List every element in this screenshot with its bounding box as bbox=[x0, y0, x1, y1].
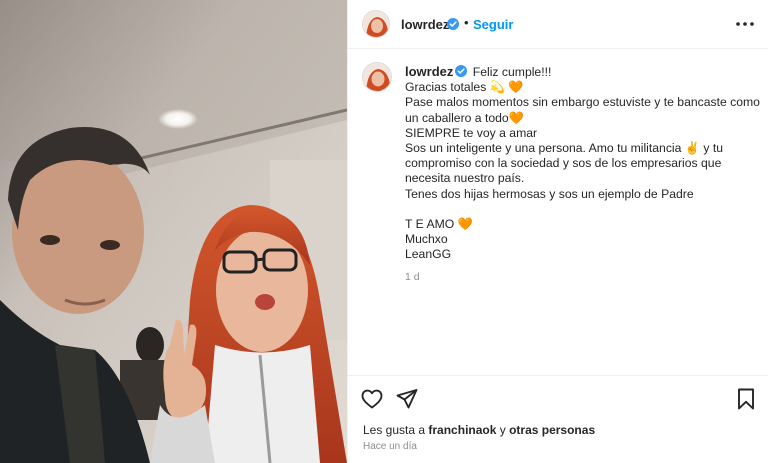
action-bar: Les gusta a franchinaok y otras personas… bbox=[348, 375, 768, 463]
caption-first-line: lowrdez Feliz cumple!!! bbox=[405, 64, 755, 80]
verified-badge-icon bbox=[447, 18, 459, 30]
caption-line: necesita nuestro país. bbox=[405, 171, 525, 186]
avatar-image bbox=[363, 11, 389, 37]
more-options-icon[interactable] bbox=[734, 13, 756, 35]
caption-line: Feliz cumple!!! bbox=[472, 65, 552, 79]
caption-line: T E AMO 🧡 bbox=[405, 217, 473, 232]
caption-line: Tenes dos hijas hermosas y sos un ejempl… bbox=[405, 186, 694, 201]
likes-connector: y bbox=[496, 423, 510, 437]
liked-by-user[interactable]: franchinaok bbox=[428, 423, 496, 437]
caption-line: Gracias totales 💫 🧡 bbox=[405, 80, 524, 95]
selfie-photo bbox=[0, 0, 347, 463]
caption-line: Pase malos momentos sin embargo estuvist… bbox=[405, 95, 760, 110]
likes-summary: Les gusta a franchinaok y otras personas bbox=[363, 423, 595, 437]
bookmark-icon[interactable] bbox=[734, 387, 758, 411]
follow-button[interactable]: Seguir bbox=[473, 17, 513, 32]
heart-icon[interactable] bbox=[360, 387, 384, 411]
caption-line: un caballero a todo🧡 bbox=[405, 110, 524, 125]
author-username[interactable]: lowrdez bbox=[401, 17, 449, 32]
post-timestamp[interactable]: Hace un día bbox=[363, 441, 417, 452]
avatar-image bbox=[363, 63, 391, 91]
post-header: lowrdez • Seguir bbox=[348, 0, 768, 49]
post-panel: lowrdez • Seguir lowrdez Feliz cumple!!!… bbox=[347, 0, 768, 463]
caption-username[interactable]: lowrdez bbox=[405, 64, 453, 79]
likes-prefix: Les gusta a bbox=[363, 423, 429, 437]
caption-line: compromiso con la sociedad y sos de los … bbox=[405, 156, 722, 171]
caption-timestamp[interactable]: 1 d bbox=[405, 270, 755, 285]
caption-line: SIEMPRE te voy a amar bbox=[405, 125, 538, 140]
verified-badge-icon bbox=[455, 65, 468, 77]
caption-line: Muchxo bbox=[405, 232, 448, 247]
likes-others-link[interactable]: otras personas bbox=[509, 423, 595, 437]
post-caption: lowrdez Feliz cumple!!! Gracias totales … bbox=[405, 64, 760, 285]
caption-line: LeanGG bbox=[405, 247, 452, 262]
share-icon[interactable] bbox=[395, 387, 419, 411]
post-photo[interactable] bbox=[0, 0, 347, 463]
caption-line: Sos un inteligente y una persona. Amo tu… bbox=[405, 141, 724, 156]
separator-dot: • bbox=[464, 15, 469, 30]
author-avatar[interactable] bbox=[362, 10, 390, 38]
caption-avatar[interactable] bbox=[362, 62, 392, 92]
